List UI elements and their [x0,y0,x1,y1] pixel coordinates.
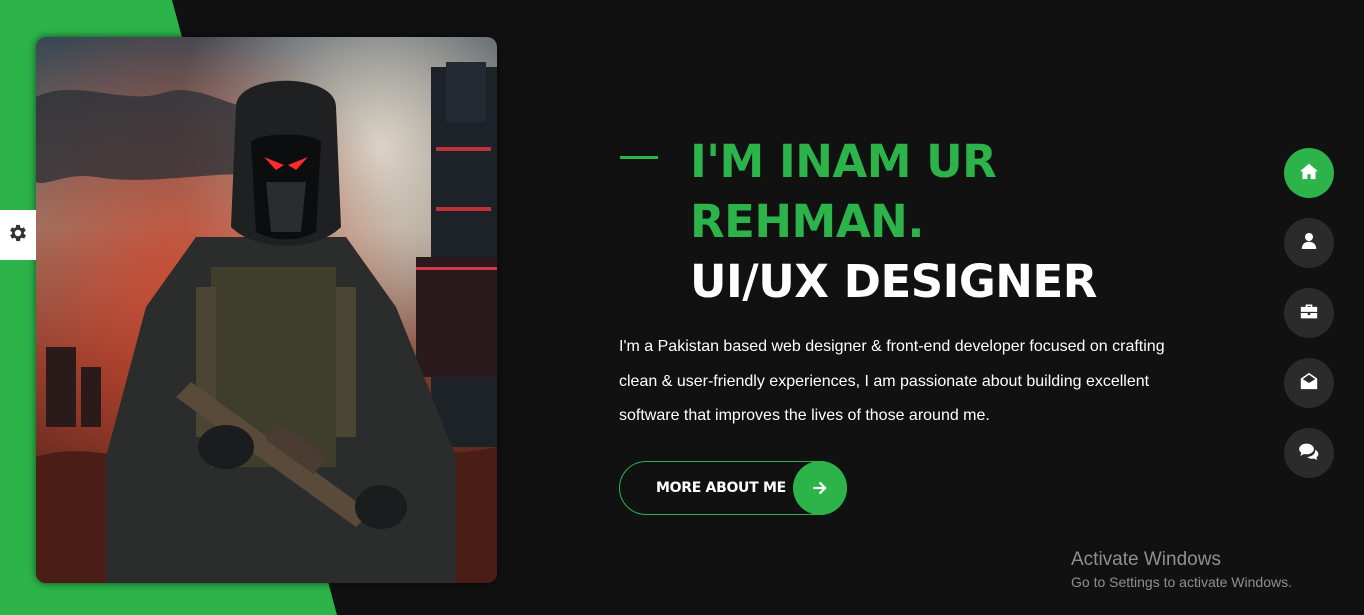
more-about-me-label: MORE ABOUT ME [656,480,786,496]
title-accent-dash [620,156,658,159]
hero-role: UI/UX DESIGNER [690,255,1097,308]
windows-activation-watermark: Activate Windows Go to Settings to activ… [1071,548,1292,592]
gear-icon [7,222,29,249]
comments-icon [1298,442,1320,465]
watermark-title: Activate Windows [1071,549,1221,570]
hero-headline: I'M INAM UR REHMAN. UI/UX DESIGNER [690,132,1097,312]
hero-portrait-image [36,37,497,583]
nav-contact-button[interactable] [1284,358,1334,408]
home-icon [1299,162,1319,185]
hero-name-line1: I'M INAM UR [690,135,997,188]
watermark-subtitle: Go to Settings to activate Windows. [1071,574,1292,590]
more-about-me-button[interactable]: MORE ABOUT ME [619,461,847,515]
bio-line-3: software that improves the lives of thos… [619,407,990,424]
bio-line-1: I'm a Pakistan based web designer & fron… [619,338,1165,355]
arrow-right-icon [793,461,847,515]
briefcase-icon [1299,302,1319,325]
nav-about-button[interactable] [1284,218,1334,268]
settings-toggle-button[interactable] [0,210,36,260]
user-icon [1301,232,1317,255]
hero-name-line2: REHMAN. [690,195,924,248]
nav-home-button[interactable] [1284,148,1334,198]
bio-line-2: clean & user-friendly experiences, I am … [619,372,1150,390]
side-navigation [1284,148,1334,498]
hero-bio: I'm a Pakistan based web designer & fron… [619,330,1179,434]
envelope-open-icon [1299,372,1319,395]
nav-blog-button[interactable] [1284,428,1334,478]
nav-portfolio-button[interactable] [1284,288,1334,338]
